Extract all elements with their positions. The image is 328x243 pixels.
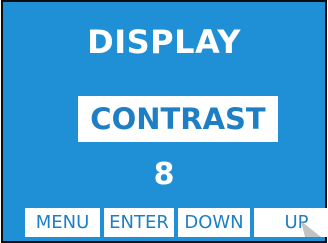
enter-button[interactable]: ENTER bbox=[104, 208, 174, 237]
softkey-bar: MENU ENTER DOWN UP bbox=[25, 208, 327, 238]
setting-label: CONTRAST bbox=[90, 102, 266, 136]
setting-value: 8 bbox=[153, 157, 175, 192]
resize-corner-icon bbox=[301, 221, 321, 237]
screen-title: DISPLAY bbox=[87, 23, 241, 61]
selected-setting: CONTRAST bbox=[78, 96, 278, 142]
down-button[interactable]: DOWN bbox=[178, 208, 250, 237]
menu-button[interactable]: MENU bbox=[25, 208, 100, 237]
display-screen: DISPLAY CONTRAST 8 MENU ENTER DOWN UP bbox=[1, 0, 327, 243]
